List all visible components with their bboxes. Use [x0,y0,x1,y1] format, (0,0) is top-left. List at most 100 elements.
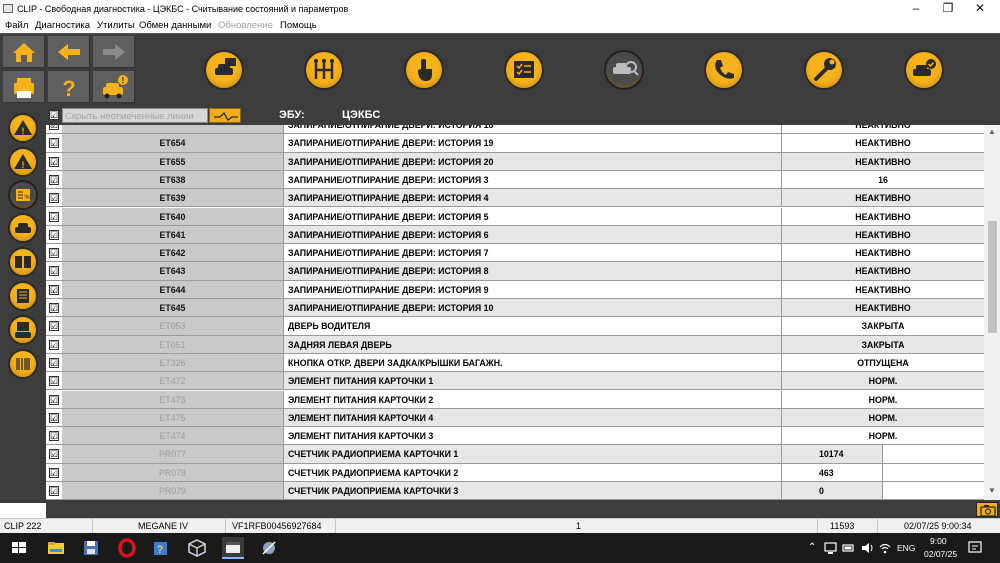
row-checkbox[interactable]: ☑ [49,266,59,277]
battery-icon[interactable] [842,543,856,555]
help-book-icon[interactable]: ? [150,537,172,559]
gearbox-icon[interactable] [296,36,352,104]
row-checkbox[interactable]: ☑ [49,138,59,149]
row-checkbox[interactable]: ☑ [49,125,59,130]
volume-icon[interactable] [860,541,874,557]
row-checkbox[interactable]: ☑ [49,229,59,240]
table-row[interactable]: ☑ ET475 ЭЛЕМЕНТ ПИТАНИЯ КАРТОЧКИ 4 НОРМ. [46,408,984,428]
help-icon[interactable]: ? [48,71,90,103]
book-icon[interactable] [8,247,38,277]
opera-browser-icon[interactable] [116,537,138,559]
scroll-down-icon[interactable]: ▼ [984,486,1000,498]
table-row-partial[interactable]: ☑ ЗАПИРАНИЕ/ОТПИРАНИЕ ДВЕРИ: ИСТОРИЯ 18 … [46,125,984,135]
row-checkbox[interactable]: ☑ [49,431,59,442]
clip-app-icon[interactable] [222,537,244,559]
vehicle-alert-icon[interactable]: ! [93,71,135,103]
vehicle-save-icon[interactable] [8,315,38,345]
menu-data-exchange[interactable]: Обмен данными [139,20,211,31]
row-checkbox[interactable]: ☑ [49,156,59,167]
row-checkbox[interactable]: ☑ [49,248,59,259]
row-checkbox[interactable]: ☑ [49,303,59,313]
row-checkbox[interactable]: ☑ [49,321,59,332]
3d-box-icon[interactable] [186,537,208,559]
wifi-icon[interactable] [878,541,892,557]
satellite-tool-icon[interactable] [258,537,280,559]
ecu-value: ЦЭКБС [342,109,381,121]
table-row[interactable]: ☑ ET655 ЗАПИРАНИЕ/ОТПИРАНИЕ ДВЕРИ: ИСТОРИЯ… [46,152,984,171]
windows-start-icon[interactable] [8,537,30,559]
menu-utilities[interactable]: Утилиты [97,20,135,31]
row-checkbox[interactable]: ☑ [49,467,59,478]
actuator-list-icon[interactable] [8,281,38,311]
wrench-icon[interactable] [796,36,852,104]
row-checkbox[interactable]: ☑ [49,376,59,387]
row-checkbox[interactable]: ☑ [49,394,59,405]
row-checkbox[interactable]: ☑ [49,174,59,185]
table-row[interactable]: ☑ PR078 СЧЕТЧИК РАДИОПРИЕМА КАРТОЧКИ 2 463 [46,463,984,482]
fault-warning-2-icon[interactable]: ! [8,147,38,177]
row-checkbox[interactable]: ☑ [49,412,59,423]
row-checkbox[interactable]: ☑ [49,486,59,496]
home-icon[interactable] [3,36,45,68]
touch-icon[interactable] [396,36,452,104]
table-row[interactable]: ☑ ET473 ЭЛЕМЕНТ ПИТАНИЯ КАРТОЧКИ 2 НОРМ. [46,390,984,409]
phone-support-icon[interactable] [696,36,752,104]
fault-warning-icon[interactable]: ! [8,113,38,143]
scroll-thumb[interactable] [988,221,997,333]
table-row[interactable]: ☑ ET638 ЗАПИРАНИЕ/ОТПИРАНИЕ ДВЕРИ: ИСТОРИЯ… [46,170,984,190]
menu-file[interactable]: Файл [5,20,28,31]
table-row[interactable]: ☑ ET326 КНОПКА ОТКР. ДВЕРИ ЗАДКА/КРЫШКИ БА… [46,353,984,373]
table-row[interactable]: ☑ ET474 ЭЛЕМЕНТ ПИТАНИЯ КАРТОЧКИ 3 НОРМ. [46,427,984,446]
param-code: ET640 [62,207,284,225]
table-row[interactable]: ☑ ET051 ЗАДНЯЯ ЛЕВАЯ ДВЕРЬ ЗАКРЫТА [46,335,984,354]
camera-icon[interactable] [976,502,998,517]
param-name: СЧЕТЧИК РАДИОПРИЕМА КАРТОЧКИ 1 [284,445,782,463]
vertical-scrollbar[interactable]: ▲ ▼ [984,125,1000,500]
table-row[interactable]: ☑ ET472 ЭЛЕМЕНТ ПИТАНИЯ КАРТОЧКИ 1 НОРМ. [46,372,984,391]
row-checkbox[interactable]: ☑ [49,357,59,368]
menu-help[interactable]: Помощь [280,20,317,31]
table-row[interactable]: ☑ PR077 СЧЕТЧИК РАДИОПРИЕМА КАРТОЧКИ 1 1017… [46,445,984,464]
table-row[interactable]: ☑ ET642 ЗАПИРАНИЕ/ОТПИРАНИЕ ДВЕРИ: ИСТОРИЯ… [46,244,984,263]
network-icon[interactable] [824,541,838,557]
checklist-icon[interactable] [496,36,552,104]
close-button[interactable]: ✕ [964,0,996,18]
table-row[interactable]: ☑ ET641 ЗАПИРАНИЕ/ОТПИРАНИЕ ДВЕРИ: ИСТОРИЯ… [46,225,984,245]
vehicle-states-icon[interactable] [8,213,38,243]
save-floppy-icon[interactable] [80,537,102,559]
row-checkbox[interactable]: ☑ [49,449,59,460]
scroll-up-icon[interactable]: ▲ [984,127,1000,139]
table-row[interactable]: ☑ ET654 ЗАПИРАНИЕ/ОТПИРАНИЕ ДВЕРИ: ИСТОРИЯ… [46,134,984,153]
printer-icon[interactable] [3,71,45,103]
menu-diagnostics[interactable]: Диагностика [35,20,90,31]
notifications-icon[interactable] [968,541,982,557]
chevron-up-icon[interactable]: ⌃ [808,542,816,553]
vehicle-id-icon[interactable] [196,36,252,104]
file-explorer-icon[interactable] [45,537,67,559]
minimize-button[interactable]: – [900,0,932,18]
clock-date[interactable]: 02/07/25 [924,549,957,559]
hide-unchecked-checkbox[interactable]: ☑ [49,110,59,120]
table-row[interactable]: ☑ ET053 ДВЕРЬ ВОДИТЕЛЯ ЗАКРЫТА [46,317,984,336]
parameters-icon[interactable]: % [8,180,38,210]
row-checkbox[interactable]: ☑ [49,193,59,204]
forward-arrow-icon[interactable] [93,36,135,68]
table-row[interactable]: ☑ ET643 ЗАПИРАНИЕ/ОТПИРАНИЕ ДВЕРИ: ИСТОРИЯ… [46,262,984,281]
table-row[interactable]: ☑ ET640 ЗАПИРАНИЕ/ОТПИРАНИЕ ДВЕРИ: ИСТОРИЯ… [46,207,984,226]
barcode-icon[interactable] [8,349,38,379]
maximize-button[interactable]: ❐ [932,0,964,18]
back-arrow-icon[interactable] [48,36,90,68]
row-checkbox[interactable]: ☑ [49,339,59,350]
input-language[interactable]: ENG [897,543,915,553]
diagnostic-vehicle-icon[interactable] [596,36,652,104]
row-checkbox[interactable]: ☑ [49,211,59,222]
param-name: ЗАПИРАНИЕ/ОТПИРАНИЕ ДВЕРИ: ИСТОРИЯ 4 [284,189,782,207]
graph-toggle-button[interactable] [209,108,241,123]
table-row[interactable]: ☑ ET639 ЗАПИРАНИЕ/ОТПИРАНИЕ ДВЕРИ: ИСТОРИЯ… [46,189,984,208]
table-row[interactable]: ☑ ET645 ЗАПИРАНИЕ/ОТПИРАНИЕ ДВЕРИ: ИСТОРИЯ… [46,299,984,318]
row-checkbox[interactable]: ☑ [49,284,59,295]
clock-time[interactable]: 9:00 [930,536,947,546]
table-row[interactable]: ☑ PR079 СЧЕТЧИК РАДИОПРИЕМА КАРТОЧКИ 30 [46,482,984,500]
vehicle-check-icon[interactable] [896,36,952,104]
table-row[interactable]: ☑ ET644 ЗАПИРАНИЕ/ОТПИРАНИЕ ДВЕРИ: ИСТОРИЯ… [46,280,984,299]
